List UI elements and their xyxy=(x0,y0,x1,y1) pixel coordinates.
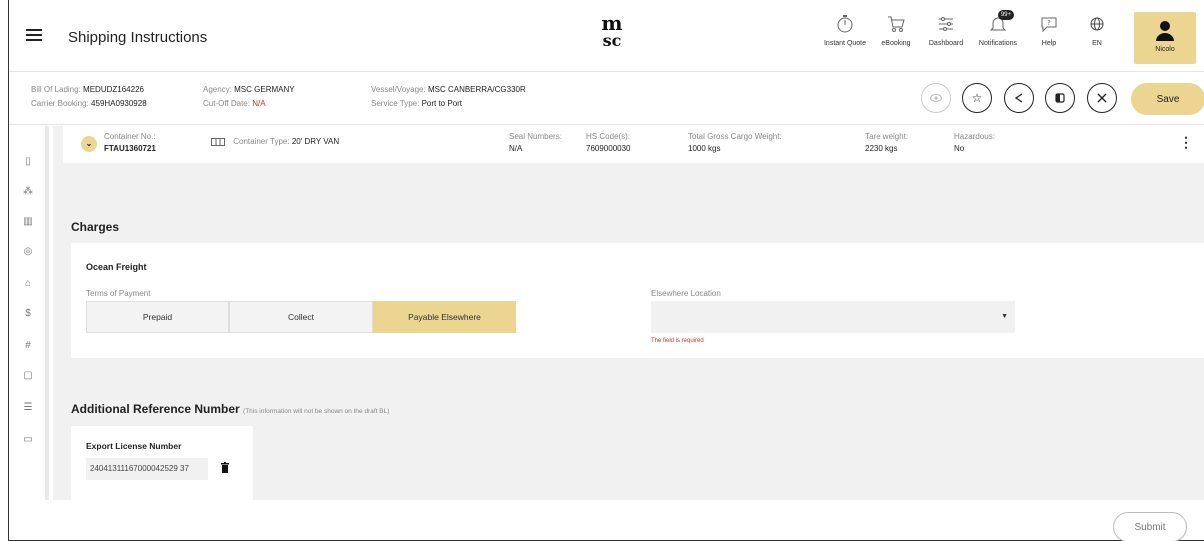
export-license-value[interactable]: 24041311167000042529 37 xyxy=(86,458,208,480)
hs-value: 7609000030 xyxy=(586,144,631,153)
option-payable-elsewhere[interactable]: Payable Elsewhere xyxy=(373,301,516,333)
main-content: ⌄ Container No.: FTAU1360721 Container T… xyxy=(53,126,1204,500)
save-button[interactable]: Save xyxy=(1131,83,1204,115)
additional-reference-title: Additional Reference Number (This inform… xyxy=(71,402,390,416)
bl-info: Bill Of Lading: MEDUDZ164226 Carrier Boo… xyxy=(31,85,147,108)
seal-value: N/A xyxy=(509,144,523,153)
parties-icon[interactable]: ⁂ xyxy=(22,186,34,198)
nav-label: eBooking xyxy=(881,40,911,47)
nav-language[interactable]: EN xyxy=(1067,14,1127,47)
more-options-icon[interactable]: ⋮ xyxy=(1179,134,1193,151)
container-row: ⌄ Container No.: FTAU1360721 Container T… xyxy=(63,126,1204,163)
elsewhere-location-label: Elsewhere Location xyxy=(651,289,721,298)
share-button[interactable] xyxy=(1004,83,1034,113)
favorite-button[interactable]: ☆ xyxy=(962,83,992,113)
container-no: Container No.: FTAU1360721 xyxy=(104,132,156,153)
building-icon[interactable]: ▥ xyxy=(22,216,34,228)
nav-label: Help xyxy=(1041,40,1057,47)
payment-terms-toggle: Prepaid Collect Payable Elsewhere xyxy=(86,301,516,333)
notification-badge: 99+ xyxy=(997,10,1014,20)
eye-icon xyxy=(930,94,942,102)
export-license-title: Export License Number xyxy=(86,441,182,451)
ocean-freight-title: Ocean Freight xyxy=(86,262,147,272)
tare-weight: Tare weight: 2230 kgs xyxy=(865,132,909,153)
side-navigation: ▯ ⁂ ▥ ◎ ⌂ $ # ▢ ☰ ▭ xyxy=(9,126,49,500)
vessel-info: Vessel/Voyage: MSC CANBERRA/CG330R Servi… xyxy=(371,85,526,108)
hamburger-menu-icon[interactable] xyxy=(26,29,42,41)
preview-button[interactable] xyxy=(921,83,951,113)
cart-icon xyxy=(888,16,905,32)
charges-card: Ocean Freight Terms of Payment Prepaid C… xyxy=(71,243,1204,358)
hashtag-icon[interactable]: # xyxy=(22,340,34,352)
top-bar: Shipping Instructions m sc Instant Quote… xyxy=(9,0,1204,72)
svg-text:?: ? xyxy=(1047,19,1051,27)
app-frame: Shipping Instructions m sc Instant Quote… xyxy=(8,0,1204,541)
option-prepaid[interactable]: Prepaid xyxy=(86,301,229,333)
container-type: Container Type: 20' DRY VAN xyxy=(211,136,339,148)
close-icon xyxy=(1097,93,1107,103)
terms-of-payment-label: Terms of Payment xyxy=(86,289,151,298)
submit-button[interactable]: Submit xyxy=(1113,512,1187,541)
bl-value: MEDUDZ164226 xyxy=(83,85,144,94)
copy-button[interactable] xyxy=(1045,83,1075,113)
dropdown-arrow-icon: ▼ xyxy=(1001,313,1008,320)
container-no-value: FTAU1360721 xyxy=(104,144,156,153)
location-pin-icon[interactable]: ◎ xyxy=(22,246,34,258)
export-license-card: Export License Number 240413111670000425… xyxy=(71,426,253,500)
nav-dashboard[interactable]: Dashboard xyxy=(916,14,976,47)
chevron-down-icon[interactable]: ⌄ xyxy=(81,136,97,152)
file-icon[interactable]: ▢ xyxy=(22,370,34,382)
agency-info: Agency: MSC GERMANY Cut-Off Date: N/A xyxy=(203,85,295,108)
vessel-value: MSC CANBERRA/CG330R xyxy=(427,85,526,94)
star-icon: ☆ xyxy=(971,91,983,105)
nav-label: EN xyxy=(1092,40,1102,47)
stopwatch-icon xyxy=(837,15,853,33)
dollar-icon[interactable]: $ xyxy=(22,308,34,320)
trash-icon[interactable] xyxy=(221,462,229,473)
page-title: Shipping Instructions xyxy=(68,29,208,46)
container-icon xyxy=(211,137,225,146)
document-icon[interactable]: ▯ xyxy=(22,156,34,168)
globe-icon xyxy=(1090,17,1104,31)
hs-codes: HS Code(s): 7609000030 xyxy=(586,132,631,153)
container-type-value: 20' DRY VAN xyxy=(291,137,340,146)
nav-label: Instant Quote xyxy=(823,40,867,47)
share-icon xyxy=(1014,93,1023,103)
sliders-icon xyxy=(939,17,953,31)
gross-weight-value: 1000 kgs xyxy=(688,144,721,153)
user-avatar-icon xyxy=(1156,21,1174,41)
checklist-icon[interactable]: ☰ xyxy=(22,402,34,414)
agency-value: MSC GERMANY xyxy=(234,85,295,94)
msc-logo[interactable]: m sc xyxy=(592,14,632,48)
error-message: The field is required xyxy=(651,338,704,344)
gross-weight: Total Gross Cargo Weight: 1000 kgs xyxy=(688,132,782,153)
carrier-booking-value: 459HA0930928 xyxy=(91,99,147,108)
copy-icon xyxy=(1055,93,1065,103)
additional-reference-note: (This information will not be shown on t… xyxy=(243,408,390,415)
package-icon[interactable]: ⌂ xyxy=(22,278,34,290)
svg-text:sc: sc xyxy=(603,31,622,48)
close-button[interactable] xyxy=(1087,83,1117,113)
user-name: Nicolo xyxy=(1155,46,1175,53)
seal-numbers: Seal Numbers: N/A xyxy=(509,132,562,153)
user-menu[interactable]: Nicolo xyxy=(1134,12,1196,64)
nav-label: Notifications xyxy=(978,40,1018,47)
cutoff-value: N/A xyxy=(252,99,266,108)
tare-weight-value: 2230 kgs xyxy=(865,144,898,153)
help-chat-icon: ? xyxy=(1041,17,1057,33)
hazardous: Hazardous: No xyxy=(954,132,995,153)
nav-label: Dashboard xyxy=(928,40,964,47)
comment-icon[interactable]: ▭ xyxy=(22,434,34,446)
shipment-info-bar: Bill Of Lading: MEDUDZ164226 Carrier Boo… xyxy=(9,73,1204,125)
elsewhere-location-select[interactable]: ▼ xyxy=(651,301,1015,333)
option-collect[interactable]: Collect xyxy=(229,301,373,333)
service-type-value: Port to Port xyxy=(421,99,463,108)
hazardous-value: No xyxy=(954,144,965,153)
charges-title: Charges xyxy=(71,220,120,234)
